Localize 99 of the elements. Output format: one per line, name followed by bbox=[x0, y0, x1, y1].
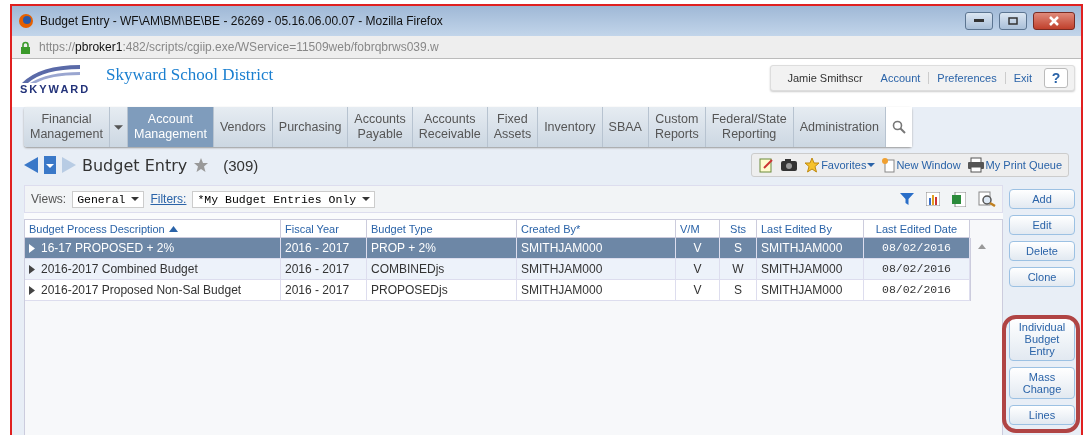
nav-tab[interactable]: Purchasing bbox=[272, 107, 349, 147]
filter-dropdown[interactable]: *My Budget Entries Only bbox=[192, 190, 376, 208]
table-cell: S bbox=[720, 280, 757, 300]
expand-arrow-icon[interactable] bbox=[29, 285, 35, 295]
star-icon bbox=[804, 157, 821, 173]
nav-tab[interactable]: Accounts Payable bbox=[348, 107, 413, 147]
caret-icon bbox=[362, 197, 371, 201]
filters-link[interactable]: Filters: bbox=[150, 192, 187, 206]
views-dropdown[interactable]: General bbox=[72, 190, 145, 208]
action-button[interactable]: Clone bbox=[1009, 267, 1075, 287]
column-header[interactable]: Budget Type bbox=[367, 220, 517, 238]
table-row[interactable]: 2016-2017 Combined Budget 2016 - 2017 COMBINEDjs SMITHJAM000 V W SMITHJAM000 08/02/2016 bbox=[25, 259, 970, 280]
table-cell: SMITHJAM000 bbox=[517, 238, 676, 258]
table-cell: 2016-2017 Combined Budget bbox=[25, 259, 281, 279]
maximize-button[interactable] bbox=[999, 12, 1027, 30]
browser-logo-icon bbox=[18, 13, 34, 29]
page-title: Budget Entry bbox=[82, 155, 188, 175]
table-cell: V bbox=[676, 238, 720, 258]
column-header[interactable]: Sts bbox=[720, 220, 757, 238]
column-header[interactable]: Last Edited Date bbox=[864, 220, 970, 238]
nav-tab[interactable]: Accounts Receivable bbox=[412, 107, 488, 147]
table-cell: 08/02/2016 bbox=[864, 280, 970, 300]
help-button[interactable]: ? bbox=[1044, 68, 1068, 88]
notepad-icon[interactable] bbox=[758, 157, 775, 173]
nav-tab[interactable]: Federal/State Reporting bbox=[705, 107, 794, 147]
table-cell: SMITHJAM000 bbox=[757, 238, 864, 258]
filter-icon[interactable] bbox=[900, 192, 914, 206]
printer-icon bbox=[966, 157, 985, 173]
table-cell: SMITHJAM000 bbox=[517, 280, 676, 300]
action-button[interactable]: Mass Change bbox=[1009, 367, 1075, 399]
toolbar-link[interactable]: Favorites bbox=[804, 157, 876, 173]
star-icon[interactable] bbox=[193, 157, 210, 173]
window-title: Budget Entry - WF\AM\BM\BE\BE - 26269 - 05.16.06.00.07 - Mozilla Firefox bbox=[40, 14, 444, 28]
table-cell: COMBINEDjs bbox=[367, 259, 517, 279]
bar-chart-icon[interactable] bbox=[926, 192, 940, 206]
logo-drawing: SKYWARD bbox=[20, 63, 92, 95]
sort-ascending-icon bbox=[168, 225, 178, 232]
close-icon bbox=[1048, 16, 1060, 26]
minimize-button[interactable] bbox=[965, 12, 993, 30]
table-cell: PROP + 2% bbox=[367, 238, 517, 258]
caret-icon bbox=[131, 197, 140, 201]
user-name: Jamie Smithscr bbox=[786, 72, 864, 84]
lock-icon bbox=[20, 40, 31, 54]
nav-tab[interactable]: Inventory bbox=[538, 107, 603, 147]
nav-tab[interactable]: Vendors bbox=[213, 107, 273, 147]
search-icon[interactable] bbox=[891, 120, 906, 134]
table-cell: 2016 - 2017 bbox=[281, 238, 367, 258]
new-window-icon bbox=[881, 157, 896, 173]
table-cell: S bbox=[720, 238, 757, 258]
minimize-icon bbox=[974, 19, 984, 23]
table-cell: SMITHJAM000 bbox=[757, 280, 864, 300]
table-cell: 2016-2017 Proposed Non-Sal Budget bbox=[25, 280, 281, 300]
nav-tab[interactable]: SBAA bbox=[602, 107, 649, 147]
column-header[interactable]: Budget Process Description bbox=[25, 220, 281, 238]
table-cell: 08/02/2016 bbox=[864, 259, 970, 279]
close-button[interactable] bbox=[1033, 12, 1075, 30]
table-cell: W bbox=[720, 259, 757, 279]
caret-icon bbox=[867, 163, 876, 167]
toolbar-link[interactable]: My Print Queue bbox=[966, 157, 1062, 173]
maximize-icon bbox=[1008, 17, 1018, 25]
action-button[interactable]: Lines bbox=[1009, 405, 1075, 425]
table-row[interactable]: 2016-2017 Proposed Non-Sal Budget 2016 - 2017 PROPOSEDjs SMITHJAM000 V S SMITHJAM000 08/02/2016 bbox=[25, 280, 970, 301]
table-cell: SMITHJAM000 bbox=[517, 259, 676, 279]
table-cell: PROPOSEDjs bbox=[367, 280, 517, 300]
spreadsheet-icon[interactable] bbox=[952, 191, 966, 207]
table-cell: 2016 - 2017 bbox=[281, 280, 367, 300]
back-arrow-icon[interactable] bbox=[24, 157, 38, 173]
nav-tab[interactable]: Financial Management bbox=[24, 107, 110, 147]
views-label: Views: bbox=[31, 192, 67, 206]
history-dropdown-icon[interactable] bbox=[44, 156, 56, 174]
expand-arrow-icon[interactable] bbox=[29, 264, 35, 274]
toolbar-link[interactable]: New Window bbox=[881, 157, 961, 173]
scroll-up-icon bbox=[978, 244, 986, 249]
header-link[interactable]: Preferences bbox=[928, 72, 1005, 84]
header-link[interactable]: Exit bbox=[1004, 72, 1040, 84]
column-header[interactable]: Created By* bbox=[517, 220, 676, 238]
table-cell: V bbox=[676, 259, 720, 279]
action-button[interactable]: Edit bbox=[1009, 215, 1075, 235]
column-header[interactable]: Fiscal Year bbox=[281, 220, 367, 238]
column-header[interactable]: Last Edited By bbox=[757, 220, 864, 238]
table-cell: V bbox=[676, 280, 720, 300]
district-name: Skyward School District bbox=[106, 65, 274, 85]
action-button[interactable]: Add bbox=[1009, 189, 1075, 209]
table-cell: 16-17 PROPOSED + 2% bbox=[25, 238, 281, 258]
table-cell: 2016 - 2017 bbox=[281, 259, 367, 279]
table-cell: SMITHJAM000 bbox=[757, 259, 864, 279]
record-count: (309) bbox=[223, 156, 259, 174]
table-row[interactable]: 16-17 PROPOSED + 2% 2016 - 2017 PROP + 2% SMITHJAM000 V S SMITHJAM000 08/02/2016 bbox=[25, 238, 970, 259]
action-button[interactable]: Delete bbox=[1009, 241, 1075, 261]
print-preview-icon[interactable] bbox=[978, 191, 996, 207]
caret-icon[interactable] bbox=[113, 124, 123, 130]
nav-tab[interactable]: Administration bbox=[793, 107, 886, 147]
table-cell: 08/02/2016 bbox=[864, 238, 970, 258]
nav-tab[interactable]: Custom Reports bbox=[648, 107, 706, 147]
camera-icon[interactable] bbox=[780, 158, 799, 172]
column-header[interactable]: V/M bbox=[676, 220, 720, 238]
nav-tab[interactable]: Fixed Assets bbox=[487, 107, 539, 147]
header-link[interactable]: Account bbox=[872, 72, 929, 84]
action-button[interactable]: Individual Budget Entry bbox=[1009, 317, 1075, 361]
